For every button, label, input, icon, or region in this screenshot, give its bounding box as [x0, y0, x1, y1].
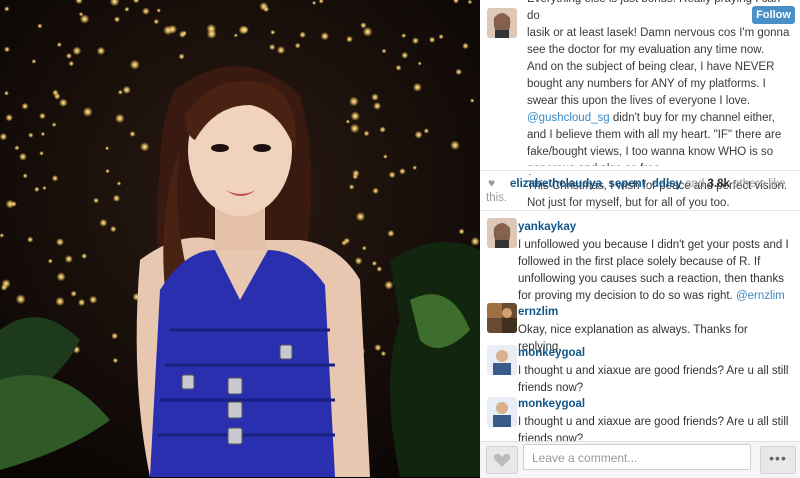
likes-count[interactable]: 3.8k [708, 178, 730, 190]
likes-summary: ♥ elizabethclaudya, sepent, ddlsy and 3.8… [486, 176, 786, 204]
commenter-avatar-image [487, 218, 517, 248]
commenter-avatar-image [487, 345, 517, 375]
caption-mention-link[interactable]: @gushcloud_sg [527, 112, 610, 124]
comment-username[interactable]: monkeygoal [518, 345, 793, 362]
post-photo[interactable] [0, 0, 480, 477]
caption-paragraph-2: And on the subject of being clear, I hav… [527, 59, 792, 178]
author-avatar[interactable] [487, 8, 517, 38]
comment-username[interactable]: ernzlim [518, 304, 793, 321]
caption-p2-text-a: And on the subject of being clear, I hav… [527, 61, 775, 107]
comment-mention-link[interactable]: @ernzlim [736, 290, 785, 302]
comment-username[interactable]: yankaykay [518, 219, 793, 236]
like-user[interactable]: elizabethclaudya [510, 178, 602, 190]
comment-input[interactable]: Leave a comment... [523, 444, 751, 470]
caption-paragraph-1: lasik or at least lasek! Damn nervous co… [527, 27, 790, 56]
photo-image [0, 0, 480, 477]
commenter-avatar[interactable] [487, 303, 517, 333]
author-avatar-image [487, 8, 517, 38]
commenter-avatar[interactable] [487, 397, 517, 427]
likes-and-text: and [681, 178, 708, 190]
commenter-avatar[interactable] [487, 345, 517, 375]
like-user[interactable]: sepent [608, 178, 645, 190]
comment-username[interactable]: monkeygoal [518, 396, 793, 413]
follow-button[interactable]: Follow [752, 6, 795, 24]
commenter-avatar-image [487, 303, 517, 333]
like-user[interactable]: ddlsy [652, 178, 682, 190]
heart-icon: ♥ [488, 176, 496, 190]
commenter-avatar-image [487, 397, 517, 427]
divider [480, 210, 800, 211]
comment-item: yankaykay I unfollowed you because I did… [518, 219, 793, 305]
comment-item: monkeygoal I thought u and xiaxue are go… [518, 345, 793, 397]
comment-text: I thought u and xiaxue are good friends?… [518, 365, 789, 394]
divider [480, 170, 800, 171]
more-options-button[interactable]: ••• [760, 446, 796, 474]
like-button[interactable] [486, 446, 518, 474]
heart-outline-icon [493, 453, 511, 467]
commenter-avatar[interactable] [487, 218, 517, 248]
